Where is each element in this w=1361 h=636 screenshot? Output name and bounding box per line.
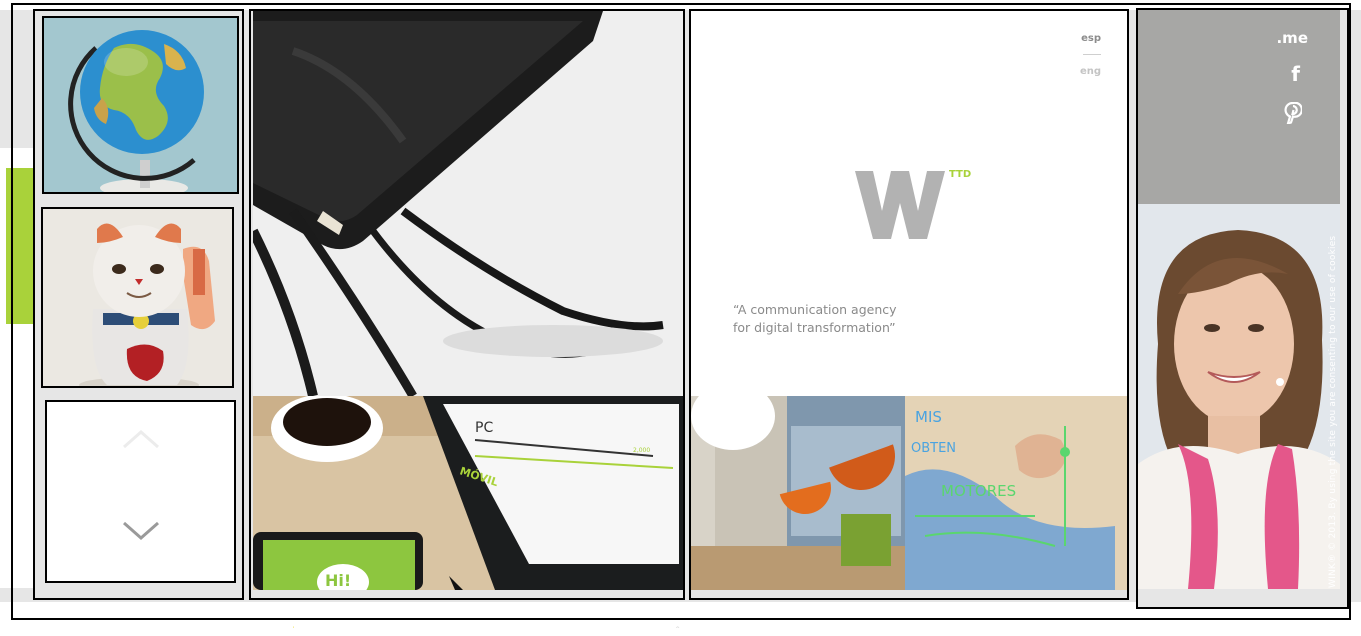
chevron-up-icon (122, 429, 159, 449)
about-me-link[interactable]: .me (1276, 29, 1308, 47)
whiteboard-word-1: MIS (915, 408, 942, 426)
facebook-icon[interactable]: f (1291, 62, 1300, 86)
notebook-image (253, 11, 683, 396)
footer-mark-right: ˆ (676, 626, 680, 636)
pinterest-icon[interactable] (1284, 102, 1302, 124)
whiteboard-image: MIS OBTEN MOTORES (905, 396, 1127, 590)
whiteboard-word-2: OBTEN (911, 441, 956, 456)
right-column: .me f WINK® © 2013. By using the site yo… (1136, 8, 1349, 609)
lucky-cat-photo-tile[interactable] (41, 207, 234, 388)
tablet-value-label: 2,000 (633, 447, 650, 454)
lang-eng-link[interactable]: eng (1080, 66, 1101, 77)
lang-divider (1083, 54, 1101, 55)
portrait-photo-tile[interactable] (1138, 204, 1340, 589)
tablet-image: PC 2,000 MÓVIL Hi! (253, 396, 683, 590)
page: PC 2,000 MÓVIL Hi! esp eng TTD “A commun… (0, 0, 1361, 636)
tagline: “A communication agency for digital tran… (733, 301, 897, 337)
scroll-up-button[interactable] (47, 428, 234, 455)
logo-superscript: TTD (949, 169, 972, 180)
slider-nav-box (45, 400, 236, 583)
tablet-photo-tile[interactable]: PC 2,000 MÓVIL Hi! (253, 396, 683, 590)
chevron-down-icon (122, 521, 159, 541)
tagline-line-1: “A communication agency (733, 302, 897, 317)
whiteboard-photo-tile[interactable]: MIS OBTEN MOTORES (905, 396, 1127, 590)
wink-logo[interactable] (855, 171, 945, 239)
notebook-photo-tile[interactable] (253, 11, 683, 396)
brand-column: esp eng TTD “A communication agency for … (689, 9, 1129, 600)
lucky-cat-image (43, 209, 232, 386)
globe-image (44, 18, 237, 192)
tagline-line-2: for digital transformation” (733, 320, 896, 335)
tablet-pc-label: PC (475, 420, 493, 436)
portrait-image (1138, 204, 1340, 589)
social-panel: .me f (1138, 10, 1340, 204)
scroll-down-button[interactable] (47, 520, 234, 547)
left-column (33, 9, 244, 600)
tablet-hi-label: Hi! (325, 571, 351, 590)
whiteboard-word-3: MOTORES (941, 482, 1016, 500)
lang-esp-link[interactable]: esp (1081, 33, 1101, 44)
office-lamps-image (691, 396, 905, 590)
cookie-notice: WINK® © 2013. By using the site you are … (1328, 235, 1338, 588)
photo-column-a: PC 2,000 MÓVIL Hi! (249, 9, 685, 600)
brand-panel: esp eng TTD “A communication agency for … (691, 11, 1127, 396)
footer-mark-left: ˈ (292, 626, 296, 636)
office-photo-tile[interactable] (691, 396, 905, 590)
globe-photo-tile[interactable] (42, 16, 239, 194)
